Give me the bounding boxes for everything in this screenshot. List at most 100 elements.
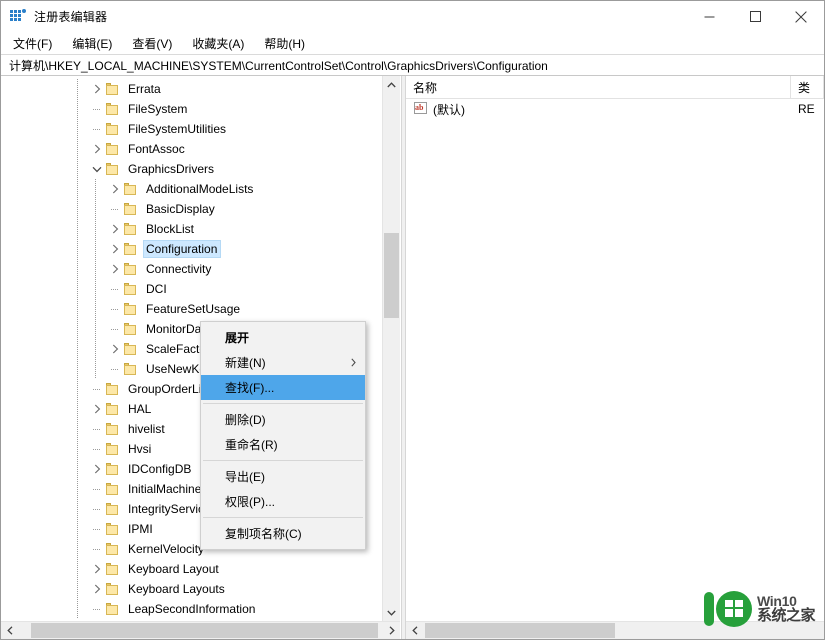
tree-item-configuration[interactable]: Configuration [1,239,381,259]
folder-icon [123,282,139,296]
tree-item-dci[interactable]: DCI [1,279,381,299]
tree-hscroll-thumb[interactable] [31,623,378,638]
folder-icon [123,222,139,236]
chevron-right-icon[interactable] [107,179,123,199]
chevron-right-icon[interactable] [107,259,123,279]
chevron-right-icon[interactable] [107,239,123,259]
tree-indent-spacer [1,439,89,459]
scroll-right-icon[interactable] [383,622,400,639]
value-horizontal-scrollbar[interactable] [406,621,824,639]
tree-item-label: Keyboard Layout [128,562,219,576]
tree-item-basicdisplay[interactable]: BasicDisplay [1,199,381,219]
maximize-icon[interactable] [732,1,778,32]
menu-edit[interactable]: 编辑(E) [72,33,121,54]
tree-guide-line [77,199,78,219]
tree-item-label: HAL [128,402,152,416]
menu-favorites[interactable]: 收藏夹(A) [192,33,253,54]
chevron-right-icon[interactable] [107,339,123,359]
tree-item-leapsecondinformation[interactable]: LeapSecondInformation [1,599,381,619]
tree-vertical-scrollbar[interactable] [382,76,400,621]
tree-indent-spacer [1,259,107,279]
scroll-down-icon[interactable] [383,604,400,621]
chevron-right-icon[interactable] [89,579,105,599]
context-menu-item-0[interactable]: 展开 [201,325,365,350]
value-list-body[interactable]: ab (默认) RE [406,99,824,621]
menu-help[interactable]: 帮助(H) [264,33,314,54]
menu-file[interactable]: 文件(F) [13,33,61,54]
title-bar: 注册表编辑器 [1,1,824,32]
chevron-right-icon[interactable] [107,219,123,239]
value-type-text: RE [798,102,815,116]
context-menu-item-1[interactable]: 新建(N) [201,350,365,375]
tree-indent-spacer [1,99,89,119]
content-panes: Errata FileSystem FileSystemUtilities FontA… [1,76,824,639]
chevron-right-icon[interactable] [89,79,105,99]
column-header-name[interactable]: 名称 [406,76,791,98]
tree-indent-spacer [1,359,107,379]
tree-horizontal-scrollbar[interactable] [1,621,400,639]
tree-hscroll-track[interactable] [18,622,383,639]
chevron-right-icon[interactable] [89,559,105,579]
tree-guide-line [77,599,78,619]
context-menu[interactable]: 展开新建(N) 查找(F)... 删除(D) 重命名(R) 导出(E) 权限(P)... 复… [200,321,366,550]
value-hscroll-track[interactable] [423,622,824,639]
context-menu-item-6[interactable]: 权限(P)... [201,489,365,514]
context-menu-item-7[interactable]: 复制项名称(C) [201,521,365,546]
tree-item-blocklist[interactable]: BlockList [1,219,381,239]
tree-item-graphicsdrivers[interactable]: GraphicsDrivers [1,159,381,179]
chevron-right-icon[interactable] [89,139,105,159]
tree-indent-spacer [1,339,107,359]
tree-guide-line [77,419,78,439]
context-menu-item-label: 展开 [225,331,250,345]
tree-item-label: FileSystemUtilities [128,122,227,136]
close-icon[interactable] [778,1,824,32]
chevron-right-icon[interactable] [89,459,105,479]
tree-leaf-connector [89,419,105,439]
tree-item-filesystemutilities[interactable]: FileSystemUtilities [1,119,381,139]
tree-guide-line [77,499,78,519]
menu-view[interactable]: 查看(V) [132,33,181,54]
tree-indent-spacer [1,479,89,499]
context-menu-item-2[interactable]: 查找(F)... [201,375,365,400]
value-hscroll-thumb[interactable] [425,623,615,638]
tree-item-errata[interactable]: Errata [1,79,381,99]
tree-leaf-connector [89,479,105,499]
chevron-right-icon[interactable] [89,399,105,419]
context-menu-item-5[interactable]: 导出(E) [201,464,365,489]
tree-guide-line [77,319,78,339]
address-bar[interactable]: 计算机\HKEY_LOCAL_MACHINE\SYSTEM\CurrentCon… [1,55,824,76]
minimize-icon[interactable] [686,1,732,32]
table-row[interactable]: ab (默认) RE [406,99,824,119]
tree-item-filesystem[interactable]: FileSystem [1,99,381,119]
scroll-left-icon[interactable] [1,622,18,639]
tree-scroll-thumb[interactable] [384,233,399,318]
tree-item-featuresetusage[interactable]: FeatureSetUsage [1,299,381,319]
menu-bar: 文件(F) 编辑(E) 查看(V) 收藏夹(A) 帮助(H) [1,32,824,55]
tree-leaf-connector [89,519,105,539]
window-title: 注册表编辑器 [34,10,108,24]
context-menu-item-3[interactable]: 删除(D) [201,407,365,432]
tree-guide-line [77,439,78,459]
tree-item-label: Hvsi [128,442,152,456]
context-menu-item-4[interactable]: 重命名(R) [201,432,365,457]
tree-item-additionalmodelists[interactable]: AdditionalModeLists [1,179,381,199]
chevron-down-icon[interactable] [89,159,105,179]
context-menu-item-label: 复制项名称(C) [225,527,302,541]
folder-icon [105,582,121,596]
tree-indent-spacer [1,379,89,399]
tree-guide-line [95,319,96,339]
tree-item-keyboard-layout[interactable]: Keyboard Layout [1,559,381,579]
tree-item-label: Configuration [142,240,222,258]
tree-guide-line [77,479,78,499]
value-scroll-left-icon[interactable] [406,622,423,639]
value-type-cell: RE [791,102,824,116]
tree-guide-line [77,299,78,319]
tree-item-keyboard-layouts[interactable]: Keyboard Layouts [1,579,381,599]
column-header-type[interactable]: 类 [791,76,824,98]
window-controls [686,1,824,32]
tree-guide-line [77,159,78,179]
tree-item-fontassoc[interactable]: FontAssoc [1,139,381,159]
scroll-up-icon[interactable] [383,76,400,93]
tree-guide-line [77,119,78,139]
tree-item-connectivity[interactable]: Connectivity [1,259,381,279]
